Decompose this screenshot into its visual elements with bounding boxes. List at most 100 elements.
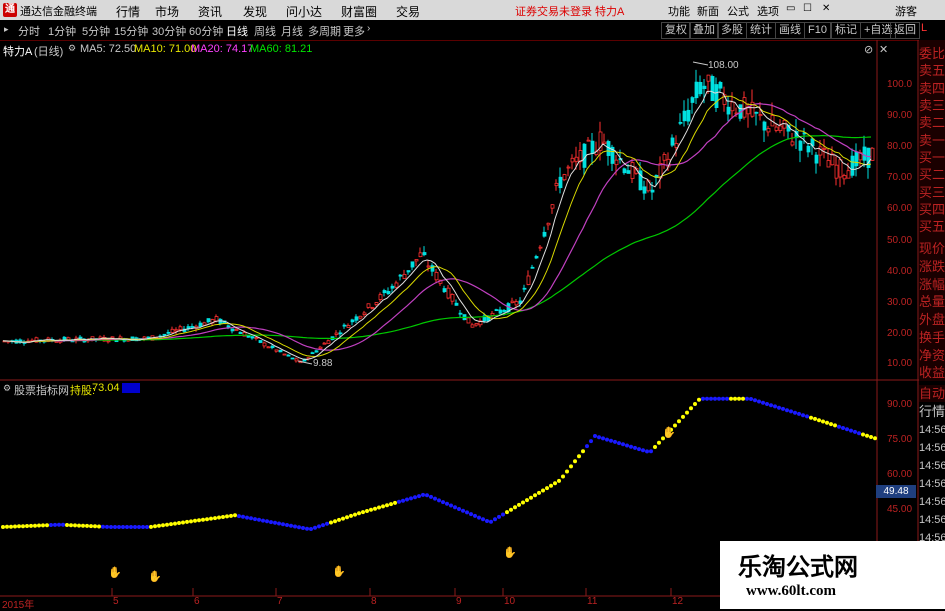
indicator-dot — [229, 513, 233, 518]
x-tick: 10 — [504, 596, 516, 607]
guest-label[interactable]: 游客 — [895, 3, 917, 19]
tab-period-30min[interactable]: 30分钟 — [152, 23, 186, 39]
sidebar-item-volume[interactable]: 总量 — [919, 293, 945, 310]
tab-period-timeshare[interactable]: 分时 — [18, 23, 40, 39]
indicator-settings-icon[interactable]: ⚙ — [3, 383, 11, 394]
indicator-dot — [653, 445, 657, 449]
indicator-dot — [761, 400, 765, 405]
indicator-dot — [585, 444, 589, 449]
candle-body — [762, 121, 767, 131]
sidebar-item-bid3[interactable]: 买三 — [919, 184, 945, 201]
indicator-dot — [473, 513, 477, 518]
indicator-dot — [721, 396, 725, 401]
sidebar-item-quote[interactable]: 行情 — [919, 403, 945, 420]
tab-period-monthly[interactable]: 月线 — [281, 23, 303, 39]
indicator-dot — [573, 459, 577, 464]
restore-rights-button[interactable]: 复权 — [661, 22, 691, 39]
tab-period-5min[interactable]: 5分钟 — [82, 23, 110, 39]
indicator-dot — [277, 521, 281, 526]
trade-time: 14:56 — [919, 496, 945, 508]
candle-body — [338, 332, 343, 335]
indicator-dot — [341, 516, 345, 521]
indicator-dot — [561, 474, 565, 479]
menu-discover[interactable]: 发现 — [243, 3, 267, 20]
sidebar-item-earnings[interactable]: 收益 — [919, 364, 945, 381]
tab-period-weekly[interactable]: 周线 — [254, 23, 276, 39]
indicator-dot — [461, 508, 465, 513]
indicator-dot — [37, 523, 41, 528]
overlay-button[interactable]: 叠加 — [689, 22, 719, 39]
indicator-dot — [197, 518, 201, 523]
candle-body — [434, 271, 439, 281]
indicator-dot — [349, 513, 353, 518]
candle-body — [530, 266, 535, 269]
play-icon[interactable]: ▸ — [4, 24, 9, 35]
tab-period-more[interactable]: 更多 — [343, 23, 365, 39]
candle-body — [350, 319, 355, 323]
sidebar-item-ask5[interactable]: 卖五 — [919, 62, 945, 79]
menu-market[interactable]: 市场 — [155, 3, 179, 20]
draw-line-button[interactable]: 画线 — [775, 22, 805, 39]
sidebar-item-ratio[interactable]: 委比 — [919, 45, 945, 62]
candle-body — [694, 81, 699, 99]
candle-body — [498, 309, 503, 314]
candle-body — [370, 307, 375, 309]
sidebar-item-ask2[interactable]: 卖二 — [919, 114, 945, 131]
indicator-dot — [757, 399, 761, 404]
candle-body — [322, 342, 327, 345]
candle-body — [234, 329, 239, 331]
sidebar-item-auto[interactable]: 自动 — [919, 385, 945, 402]
sidebar-item-bid2[interactable]: 买二 — [919, 166, 945, 183]
indicator-dot — [385, 503, 389, 508]
indicator-dot — [141, 525, 145, 529]
tab-period-multi[interactable]: 多周期 — [308, 23, 341, 39]
sidebar-item-turnover[interactable]: 换手 — [919, 329, 945, 346]
sidebar-item-bid1[interactable]: 买一 — [919, 149, 945, 166]
multi-stock-button[interactable]: 多股 — [717, 22, 747, 39]
candle-body — [238, 332, 243, 334]
candle-body — [230, 328, 235, 332]
indicator-dot — [493, 517, 497, 522]
indicator-dot — [601, 436, 605, 441]
tab-period-15min[interactable]: 15分钟 — [114, 23, 148, 39]
menu-news[interactable]: 资讯 — [198, 3, 222, 20]
sidebar-item-outer[interactable]: 外盘 — [919, 311, 945, 328]
tab-period-daily[interactable]: 日线 — [226, 23, 248, 39]
link-new-page[interactable]: 新面 — [697, 3, 719, 19]
candle-body — [570, 157, 575, 163]
indicator-dot — [121, 525, 125, 529]
mark-button[interactable]: 标记 — [831, 22, 861, 39]
statistics-button[interactable]: 统计 — [746, 22, 776, 39]
sidebar-item-bid5[interactable]: 买五 — [919, 218, 945, 235]
sidebar-item-bid4[interactable]: 买四 — [919, 201, 945, 218]
indicator-name[interactable]: 股票指标网 — [14, 382, 69, 398]
candle-body — [674, 143, 679, 148]
sidebar-item-change[interactable]: 涨跌 — [919, 258, 945, 275]
candle-body — [830, 153, 835, 166]
sidebar-item-ask3[interactable]: 卖三 — [919, 97, 945, 114]
f10-button[interactable]: F10 — [804, 22, 831, 39]
link-function[interactable]: 功能 — [668, 3, 690, 19]
sidebar-item-net-asset[interactable]: 净资 — [919, 347, 945, 364]
tab-period-60min[interactable]: 60分钟 — [189, 23, 223, 39]
minimize-icon[interactable]: ▭ — [786, 3, 795, 14]
close-icon[interactable]: ✕ — [822, 3, 830, 14]
sidebar-item-change-pct[interactable]: 涨幅 — [919, 276, 945, 293]
sidebar-item-ask1[interactable]: 卖一 — [919, 132, 945, 149]
tab-period-1min[interactable]: 1分钟 — [48, 23, 76, 39]
candle-body — [382, 290, 387, 294]
sidebar-item-price[interactable]: 现价 — [919, 240, 945, 257]
indicator-dot — [293, 524, 297, 529]
menu-trade[interactable]: 交易 — [396, 3, 420, 20]
menu-ask[interactable]: 问小达 — [286, 3, 322, 20]
time-grid — [111, 588, 672, 596]
link-formula[interactable]: 公式 — [727, 3, 749, 19]
back-button[interactable]: 返回 — [890, 22, 920, 39]
menu-quotes[interactable]: 行情 — [116, 3, 140, 20]
indicator-dot — [29, 523, 33, 528]
link-options[interactable]: 选项 — [757, 3, 779, 19]
menu-wealth[interactable]: 财富圈 — [341, 3, 377, 20]
sidebar-item-ask4[interactable]: 卖四 — [919, 80, 945, 97]
candle-body — [490, 312, 495, 316]
restore-icon[interactable]: ☐ — [803, 3, 812, 14]
